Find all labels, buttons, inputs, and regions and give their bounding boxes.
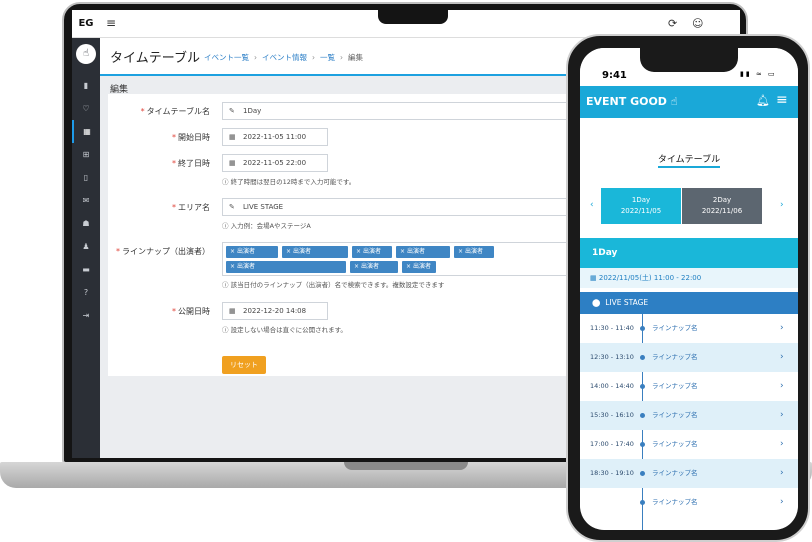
page-title: タイムテーブル bbox=[110, 51, 200, 66]
chevron-right-icon: › bbox=[780, 323, 784, 333]
sidebar-item-help[interactable]: ? bbox=[72, 281, 100, 304]
sidebar-logo-icon: ☝ bbox=[76, 44, 96, 64]
sidebar-item-pages[interactable]: ▯ bbox=[72, 166, 100, 189]
day-time-range: ▦ 2022/11/05(土) 11:00 - 22:00 bbox=[580, 268, 798, 288]
day-heading: 1Day bbox=[580, 238, 798, 268]
schedule-row[interactable]: 15:30 - 16:10 ラインナップ名 › bbox=[580, 401, 798, 430]
schedule-row[interactable]: ラインナップ名 › bbox=[580, 488, 798, 517]
sidebar-item-dashboard[interactable]: ▮ bbox=[72, 74, 100, 97]
publish-label: * 公開日時 bbox=[172, 307, 210, 316]
camera-notch bbox=[378, 10, 448, 24]
chevron-right-icon: › bbox=[780, 381, 784, 391]
lineup-tag[interactable]: × 出演者 bbox=[226, 261, 346, 273]
timetable-name-field[interactable]: ✎ 1Day bbox=[222, 102, 572, 120]
lineup-hint: ⓘ 該当日付のラインナップ（出演者）名で検索できます。複数設定できます bbox=[222, 281, 445, 289]
day-tab-1[interactable]: 1Day 2022/11/05 bbox=[601, 188, 681, 224]
chevron-right-icon: › bbox=[780, 468, 784, 478]
calendar-icon: ▦ bbox=[229, 133, 236, 141]
sidebar-item-favorites[interactable]: ♡ bbox=[72, 97, 100, 120]
schedule-row[interactable]: 18:30 - 19:10 ラインナップ名 › bbox=[580, 459, 798, 488]
heading-underline bbox=[658, 166, 720, 168]
sidebar-item-mail[interactable]: ✉ bbox=[72, 189, 100, 212]
schedule-row[interactable]: 12:30 - 13:10 ラインナップ名 › bbox=[580, 343, 798, 372]
hamburger-icon[interactable]: ≡ bbox=[776, 92, 788, 108]
lineup-tags-field[interactable]: × 出演者 × 出演者 × 出演者 × 出演者 × 出演者 × 出演者 × 出演… bbox=[222, 242, 572, 276]
sidebar-item-logout[interactable]: ⇥ bbox=[72, 304, 100, 327]
app-logo[interactable]: EVENT GOOD ☝ bbox=[586, 95, 678, 108]
end-datetime-field[interactable]: ▦ 2022-11-05 22:00 bbox=[222, 154, 328, 172]
chevron-right-icon: › bbox=[780, 352, 784, 362]
lineup-tag[interactable]: × 出演者 bbox=[282, 246, 348, 258]
publish-datetime-field[interactable]: ▦ 2022-12-20 14:08 bbox=[222, 302, 328, 320]
breadcrumb-event-info[interactable]: イベント情報 bbox=[262, 53, 307, 62]
start-datetime-field[interactable]: ▦ 2022-11-05 11:00 bbox=[222, 128, 328, 146]
breadcrumb-edit: 編集 bbox=[348, 53, 363, 62]
calendar-icon: ▦ bbox=[590, 274, 597, 282]
timetable-name-label: * タイムテーブル名 bbox=[140, 107, 210, 116]
sidebar-item-payment[interactable]: ▬ bbox=[72, 258, 100, 281]
lineup-tag[interactable]: × 出演者 bbox=[226, 246, 278, 258]
stage-heading: ⬤ LIVE STAGE bbox=[580, 292, 798, 314]
publish-hint: ⓘ 設定しない場合は直ぐに公開されます。 bbox=[222, 326, 347, 334]
next-day-arrow[interactable]: › bbox=[780, 200, 784, 210]
menu-icon[interactable]: ≡ bbox=[106, 16, 116, 30]
laptop-groove bbox=[344, 462, 468, 470]
calendar-icon: ▦ bbox=[229, 307, 236, 315]
breadcrumb: イベント一覧 › イベント情報 › 一覧 › 編集 bbox=[204, 53, 363, 62]
reset-button[interactable]: リセット bbox=[222, 356, 266, 374]
lineup-tag[interactable]: × 出演者 bbox=[350, 261, 398, 273]
bell-icon[interactable]: 🔔︎ bbox=[756, 94, 770, 107]
chevron-right-icon: › bbox=[780, 497, 784, 507]
chevron-right-icon: › bbox=[780, 410, 784, 420]
sidebar-item-events[interactable]: ▦ bbox=[72, 120, 100, 143]
start-label: * 開始日時 bbox=[172, 133, 210, 142]
sidebar-item-qr[interactable]: ⊞ bbox=[72, 143, 100, 166]
lineup-label: * ラインナップ（出演者） bbox=[116, 247, 210, 256]
schedule-row[interactable]: 11:30 - 11:40 ラインナップ名 › bbox=[580, 314, 798, 343]
schedule-row[interactable]: 17:00 - 17:40 ラインナップ名 › bbox=[580, 430, 798, 459]
day-tab-2[interactable]: 2Day 2022/11/06 bbox=[682, 188, 762, 224]
area-label: * エリア名 bbox=[172, 203, 210, 212]
calendar-icon: ▦ bbox=[229, 159, 236, 167]
app-header: EVENT GOOD ☝ 🔔︎ ≡ bbox=[580, 86, 798, 118]
phone-screen: 9:41 ▮▮ ≈ ▭ EVENT GOOD ☝ 🔔︎ ≡ タイムテーブル ‹ … bbox=[580, 48, 798, 530]
sidebar-item-groups[interactable]: ☗ bbox=[72, 212, 100, 235]
pencil-icon: ✎ bbox=[229, 107, 235, 115]
breadcrumb-list[interactable]: 一覧 bbox=[320, 53, 335, 62]
admin-sidebar: ☝ ▮ ♡ ▦ ⊞ ▯ ✉ ☗ ♟ ▬ ? ⇥ bbox=[72, 38, 100, 458]
product-mockup: EG ≡ ⟳ ☺ ☝ ▮ ♡ ▦ ⊞ ▯ ✉ ☗ ♟ ▬ ? ⇥ タイムテーブル… bbox=[0, 0, 812, 542]
thumbs-up-icon: ☝ bbox=[670, 95, 678, 108]
lineup-tag[interactable]: × 出演者 bbox=[352, 246, 392, 258]
status-time: 9:41 bbox=[602, 70, 627, 81]
prev-day-arrow[interactable]: ‹ bbox=[590, 200, 594, 210]
sidebar-item-users[interactable]: ♟ bbox=[72, 235, 100, 258]
schedule-row[interactable]: 14:00 - 14:40 ラインナップ名 › bbox=[580, 372, 798, 401]
dynamic-island bbox=[640, 48, 738, 72]
area-hint: ⓘ 入力例：会場AやステージA bbox=[222, 222, 311, 230]
timetable-heading: タイムテーブル bbox=[657, 155, 721, 165]
pencil-icon: ✎ bbox=[229, 203, 235, 211]
lineup-tag[interactable]: × 出演者 bbox=[454, 246, 494, 258]
status-icons: ▮▮ ≈ ▭ bbox=[740, 70, 777, 78]
end-hint: ⓘ 終了時間は翌日の12時まで入力可能です。 bbox=[222, 178, 356, 186]
lineup-tag[interactable]: × 出演者 bbox=[396, 246, 450, 258]
end-label: * 終了日時 bbox=[172, 159, 210, 168]
location-pin-icon: ⬤ bbox=[592, 298, 601, 307]
chevron-right-icon: › bbox=[780, 439, 784, 449]
refresh-icon[interactable]: ⟳ bbox=[668, 17, 677, 30]
user-icon[interactable]: ☺ bbox=[692, 17, 703, 30]
breadcrumb-events[interactable]: イベント一覧 bbox=[204, 53, 249, 62]
area-field[interactable]: ✎ LIVE STAGE bbox=[222, 198, 572, 216]
lineup-tag[interactable]: × 出演者 bbox=[402, 261, 436, 273]
brand-logo: EG bbox=[78, 18, 94, 29]
